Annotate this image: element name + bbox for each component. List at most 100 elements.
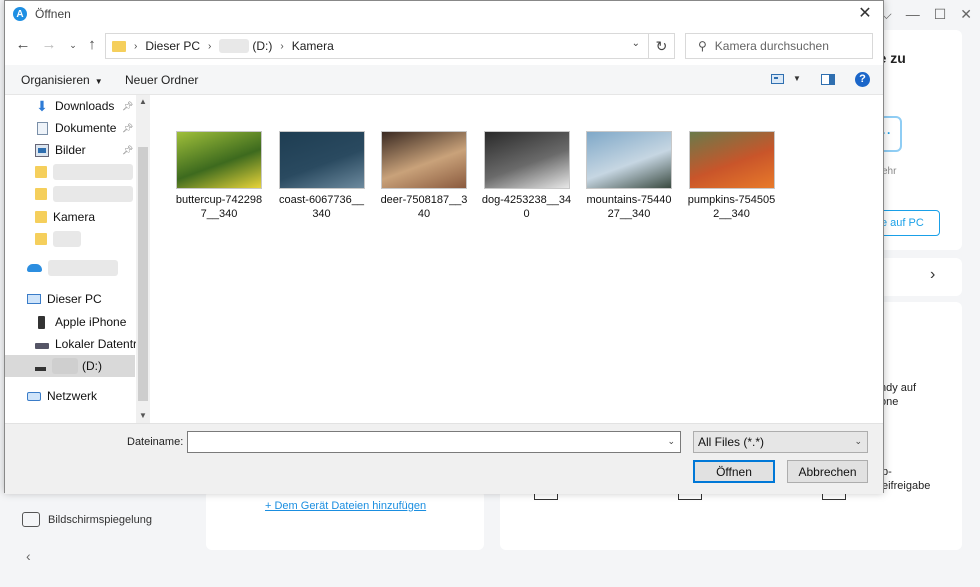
breadcrumb-drive-d[interactable]: (D:) [252,39,272,53]
breadcrumb-separator-icon[interactable]: › [280,41,283,52]
screen-mirror-label: Bildschirmspiegelung [48,513,152,526]
sidebar-item-label: Apple iPhone [55,315,127,329]
pin-icon[interactable]: 📌︎ [122,123,133,134]
view-mode-icon[interactable] [771,74,784,84]
bg-text-4: eifreigabe [882,480,931,492]
sidebar-item-network[interactable]: Netzwerk [5,385,135,407]
new-folder-button[interactable]: Neuer Ordner [125,73,198,87]
scroll-up-icon[interactable]: ▲ [136,95,150,109]
blurred-label [53,231,81,247]
sidebar-item-folder[interactable] [5,183,135,205]
file-list: buttercup-7422987__340 coast-6067736__340… [150,95,883,423]
sidebar-item-local-disk[interactable]: Lokaler Datenträ [5,333,144,355]
folder-icon [112,40,126,52]
image-thumbnail [381,131,467,189]
screen-mirror-icon [22,512,40,527]
file-item[interactable]: deer-7508187__340 [375,131,473,221]
blurred-label [53,186,133,202]
recent-locations-icon[interactable]: ⌄ [63,35,83,55]
filetype-select[interactable]: All Files (*.*) ⌄ [693,431,868,453]
app-window-controls: ⌵ — ☐ ✕ [881,6,972,23]
breadcrumb-kamera[interactable]: Kamera [292,39,334,53]
folder-icon [35,233,47,245]
folder-icon [35,211,47,223]
dialog-footer: Dateiname: ⌄ All Files (*.*) ⌄ Öffnen Ab… [5,423,883,494]
sidebar-item-bilder[interactable]: Bilder 📌︎ [5,139,135,161]
document-icon [37,121,48,135]
download-icon: ⬇ [36,97,48,114]
drive-icon [35,343,49,349]
blurred-label [48,260,118,276]
view-mode-dropdown-icon[interactable]: ▼ [793,74,801,83]
file-item[interactable]: buttercup-7422987__340 [170,131,268,221]
blurred-drive-name [219,39,250,53]
minimize-icon[interactable]: — [906,6,920,23]
breadcrumb-this-pc[interactable]: Dieser PC [145,39,200,53]
file-item[interactable]: dog-4253238__340 [478,131,576,221]
sidebar-item-label: (D:) [82,359,102,373]
organize-button[interactable]: Organisieren ▼ [21,73,103,87]
chevron-down-icon[interactable]: ⌄ [667,436,675,447]
screen-mirror-item[interactable]: Bildschirmspiegelung [22,512,152,527]
help-icon[interactable]: ? [855,72,870,87]
file-item[interactable]: pumpkins-7545052__340 [683,131,781,221]
cloud-icon [27,264,42,272]
file-name: dog-4253238__340 [481,194,572,220]
refresh-button[interactable]: ↻ [649,33,675,59]
sidebar-item-label: Kamera [53,210,96,224]
search-box[interactable]: ⚲ [685,33,873,59]
address-bar[interactable]: › Dieser PC › (D:) › Kamera ⌄ [105,33,649,59]
address-dropdown-icon[interactable]: ⌄ [632,38,640,49]
drive-icon [35,366,46,371]
chevron-right-icon[interactable]: › [930,266,935,284]
sidebar-item-iphone[interactable]: Apple iPhone [5,311,135,333]
filename-label: Dateiname: [127,436,184,448]
scrollbar-thumb[interactable] [138,147,148,401]
pictures-icon [35,143,49,157]
preview-pane-icon[interactable] [821,74,835,85]
add-files-link[interactable]: + Dem Gerät Dateien hinzufügen [265,500,426,512]
scroll-down-icon[interactable]: ▼ [136,409,150,423]
filename-input[interactable] [188,432,658,452]
close-icon[interactable]: ✕ [960,6,972,23]
sidebar-item-label: Dieser PC [47,292,102,306]
sidebar-item-folder[interactable] [5,161,135,183]
breadcrumb-separator-icon[interactable]: › [208,41,211,52]
filename-combobox[interactable]: ⌄ [187,431,681,453]
sidebar-item-downloads[interactable]: ⬇ Downloads 📌︎ [5,95,135,117]
sidebar-item-folder[interactable] [5,228,135,250]
sidebar-item-drive-d[interactable]: (D:) [5,355,135,377]
pin-icon[interactable]: 📌︎ [122,101,133,112]
phone-icon [38,315,45,329]
folder-icon [35,188,47,200]
maximize-icon[interactable]: ☐ [934,6,947,23]
back-chevron-icon[interactable]: ‹ [26,548,31,564]
sidebar-item-onedrive[interactable] [5,257,135,279]
breadcrumb-separator-icon[interactable]: › [134,41,137,52]
sidebar-item-label: Dokumente [55,121,117,135]
file-item[interactable]: coast-6067736__340 [273,131,371,221]
pin-icon[interactable]: 📌︎ [122,145,133,156]
blurred-label [53,164,133,180]
folder-icon [35,166,47,178]
back-arrow-icon[interactable]: ← [13,35,33,55]
sidebar-item-dokumente[interactable]: Dokumente 📌︎ [5,117,135,139]
blurred-label [52,358,78,374]
forward-arrow-icon[interactable]: → [39,35,59,55]
file-name: deer-7508187__340 [380,194,468,220]
bg-small-text: ehr [882,166,897,177]
open-button[interactable]: Öffnen [693,460,775,483]
open-file-dialog: A Öffnen ✕ ← → ⌄ ↑ › Dieser PC › (D:) › … [4,0,884,494]
caret-down-icon: ▼ [94,77,103,86]
cancel-button[interactable]: Abbrechen [787,460,868,483]
search-input[interactable] [714,39,865,53]
sidebar-item-kamera[interactable]: Kamera [5,206,135,228]
navigation-scrollbar[interactable]: ▲ ▼ [136,95,150,423]
image-thumbnail [176,131,262,189]
up-arrow-icon[interactable]: ↑ [82,35,102,55]
dialog-close-button[interactable]: ✕ [855,4,875,24]
organize-label: Organisieren [21,73,90,87]
search-icon: ⚲ [698,39,707,53]
file-item[interactable]: mountains-7544027__340 [580,131,678,221]
sidebar-item-this-pc[interactable]: Dieser PC [5,288,135,310]
